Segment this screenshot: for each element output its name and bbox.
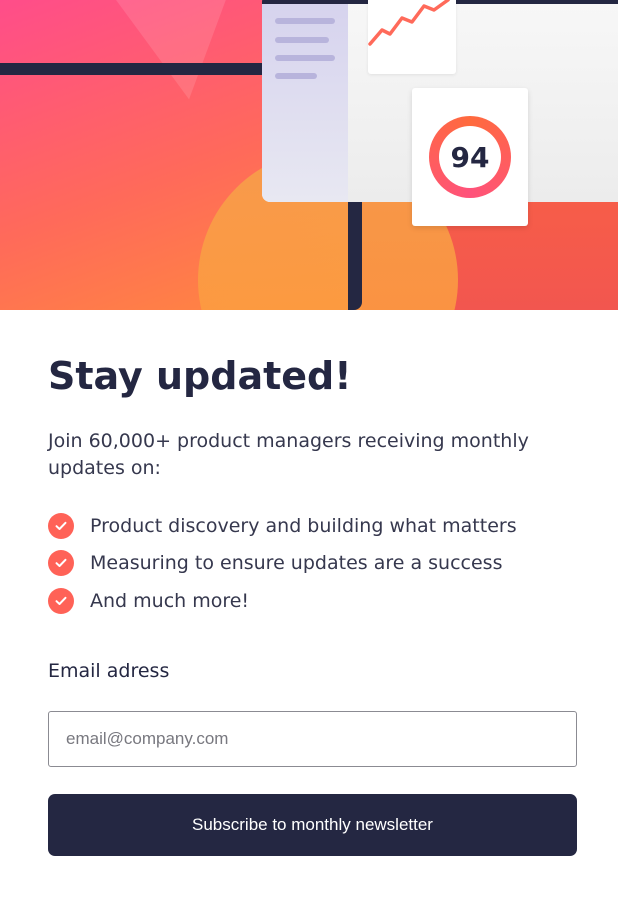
subscribe-button[interactable]: Subscribe to monthly newsletter — [48, 794, 577, 856]
feature-text: Product discovery and building what matt… — [90, 514, 517, 537]
graph-card — [368, 0, 456, 74]
feature-text: And much more! — [90, 589, 250, 612]
score-ring: 94 — [429, 116, 511, 198]
list-item: Product discovery and building what matt… — [48, 507, 577, 545]
feature-list: Product discovery and building what matt… — [48, 507, 577, 620]
list-item: And much more! — [48, 582, 577, 620]
score-card: 94 — [412, 88, 528, 226]
dashboard-sidebar — [262, 4, 348, 202]
intro-text: Join 60,000+ product managers receiving … — [48, 430, 529, 479]
check-icon — [48, 550, 74, 577]
list-item: Measuring to ensure updates are a succes… — [48, 545, 577, 583]
hero-illustration: 94 — [0, 0, 618, 310]
hero-device-edge — [348, 190, 362, 310]
sidebar-line — [275, 73, 317, 79]
feature-text: Measuring to ensure updates are a succes… — [90, 552, 503, 575]
check-icon — [48, 512, 74, 539]
hero-device-bar — [0, 63, 270, 75]
sidebar-line — [275, 18, 335, 24]
email-field[interactable] — [48, 711, 577, 767]
check-icon — [48, 587, 74, 614]
trend-line-icon — [368, 0, 450, 46]
sidebar-line — [275, 55, 335, 61]
score-value: 94 — [439, 126, 501, 188]
email-label: Email adress — [48, 660, 170, 682]
page-title: Stay updated! — [48, 354, 352, 398]
sidebar-line — [275, 37, 329, 43]
hero-triangle-shape — [101, 0, 259, 110]
